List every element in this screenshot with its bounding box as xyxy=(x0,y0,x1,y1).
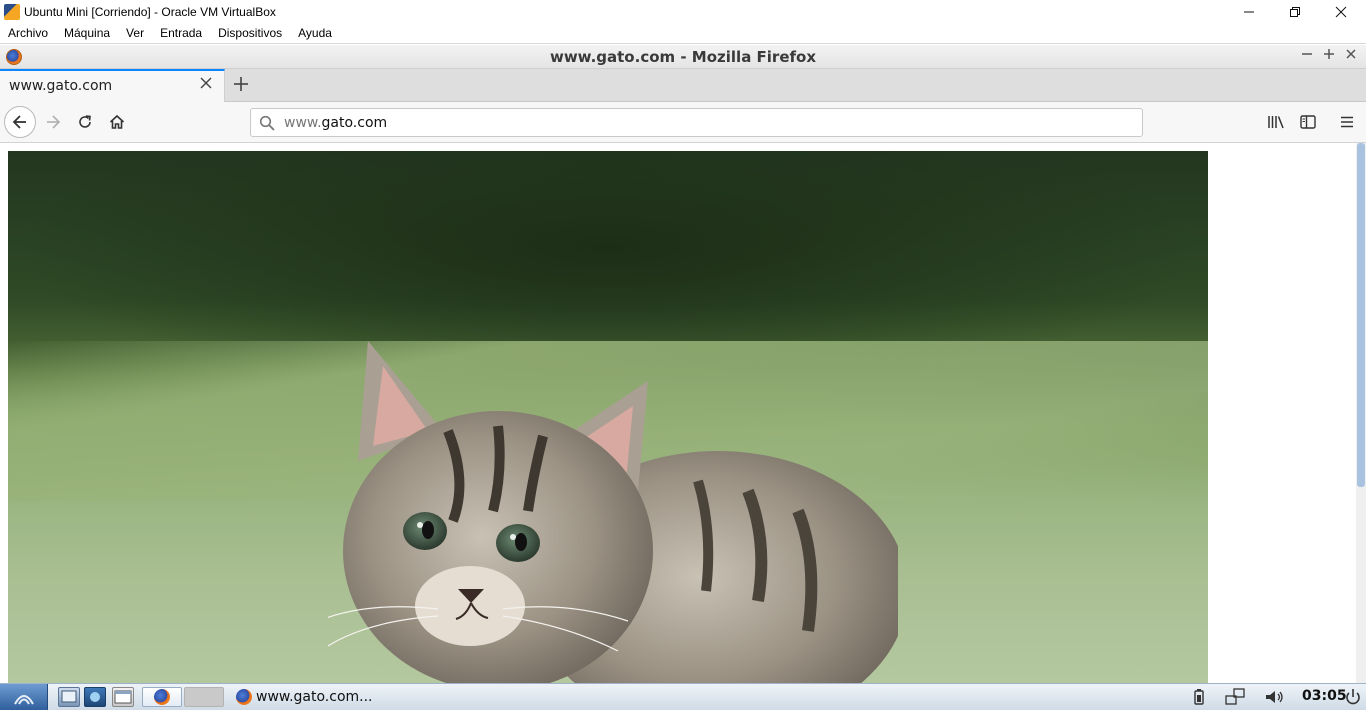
start-menu-button[interactable] xyxy=(0,684,48,710)
tab-close-button[interactable] xyxy=(198,77,214,93)
home-button[interactable] xyxy=(102,107,132,137)
desktop-icon xyxy=(61,690,77,703)
arrow-right-icon xyxy=(47,115,61,129)
menu-ver[interactable]: Ver xyxy=(118,23,152,44)
volume-icon xyxy=(1266,691,1283,703)
firefox-launcher[interactable] xyxy=(142,687,182,707)
volume-tray-button[interactable] xyxy=(1264,688,1286,706)
virtualbox-titlebar: Ubuntu Mini [Corriendo] - Oracle VM Virt… xyxy=(0,0,1366,23)
menu-ayuda[interactable]: Ayuda xyxy=(290,23,340,44)
url-prefix: www. xyxy=(284,115,322,131)
restore-icon xyxy=(1290,6,1300,17)
clock[interactable]: 03:05 xyxy=(1302,688,1347,704)
menu-archivo[interactable]: Archivo xyxy=(0,23,56,44)
home-icon xyxy=(109,114,125,129)
navigation-bar: www.gato.com xyxy=(0,102,1366,143)
library-icon xyxy=(1268,116,1284,129)
reload-button[interactable] xyxy=(70,107,100,137)
firefox-icon xyxy=(236,689,252,705)
virtualbox-menubar: Archivo Máquina Ver Entrada Dispositivos… xyxy=(0,23,1366,44)
maximize-icon xyxy=(1324,49,1334,59)
file-manager-launcher[interactable] xyxy=(84,687,106,707)
arrow-left-icon xyxy=(12,115,26,129)
firefox-close-button[interactable] xyxy=(1342,47,1360,65)
workspace-switcher[interactable] xyxy=(184,687,224,707)
battery-tray-button[interactable] xyxy=(1190,688,1208,706)
back-button[interactable] xyxy=(4,106,36,138)
firefox-titlebar: www.gato.com - Mozilla Firefox xyxy=(0,45,1366,69)
firefox-icon xyxy=(154,689,170,705)
file-manager-icon xyxy=(90,692,100,702)
minimize-icon xyxy=(1302,53,1312,55)
vertical-scrollbar[interactable] xyxy=(1356,143,1366,683)
network-icon xyxy=(1225,688,1245,705)
plus-icon xyxy=(234,77,248,91)
taskbar-task-firefox[interactable]: www.gato.com... xyxy=(236,685,373,709)
firefox-minimize-button[interactable] xyxy=(1298,47,1316,65)
url-text[interactable]: www.gato.com xyxy=(284,115,387,131)
show-desktop-launcher[interactable] xyxy=(58,687,80,707)
firefox-window-title: www.gato.com - Mozilla Firefox xyxy=(549,48,817,66)
menu-button[interactable] xyxy=(1332,107,1362,137)
tab-gato[interactable]: www.gato.com xyxy=(0,69,225,102)
new-tab-button[interactable] xyxy=(231,73,251,95)
minimize-button[interactable] xyxy=(1226,0,1272,23)
kitten-illustration xyxy=(328,341,898,683)
close-icon xyxy=(1346,49,1356,59)
sidebar-button[interactable] xyxy=(1293,107,1323,137)
tab-strip: www.gato.com xyxy=(0,69,1366,102)
window-title: Ubuntu Mini [Corriendo] - Oracle VM Virt… xyxy=(24,4,276,19)
close-icon xyxy=(200,77,212,89)
url-bar[interactable]: www.gato.com xyxy=(250,108,1143,137)
forward-button[interactable] xyxy=(38,107,68,137)
url-host: gato.com xyxy=(321,115,388,131)
window-icon xyxy=(114,690,132,704)
sidebar-icon xyxy=(1300,115,1316,129)
network-tray-button[interactable] xyxy=(1224,688,1246,706)
taskbar: www.gato.com... 03:05 xyxy=(0,683,1366,710)
kitten-photo xyxy=(8,151,1208,683)
terminal-launcher[interactable] xyxy=(112,687,134,707)
restore-button[interactable] xyxy=(1272,0,1318,23)
menu-dispositivos[interactable]: Dispositivos xyxy=(210,23,290,44)
close-button[interactable] xyxy=(1318,0,1364,23)
menu-maquina[interactable]: Máquina xyxy=(56,23,118,44)
close-icon xyxy=(1335,6,1347,17)
power-icon xyxy=(1346,689,1360,705)
scrollbar-thumb[interactable] xyxy=(1357,143,1365,487)
reload-icon xyxy=(79,115,91,128)
virtualbox-icon xyxy=(4,3,20,20)
search-icon xyxy=(259,115,275,131)
menu-entrada[interactable]: Entrada xyxy=(152,23,210,44)
firefox-maximize-button[interactable] xyxy=(1320,47,1338,65)
hamburger-menu-icon xyxy=(1341,116,1353,128)
minimize-icon xyxy=(1244,11,1254,12)
power-button[interactable] xyxy=(1344,688,1362,706)
tab-title: www.gato.com xyxy=(9,78,113,94)
taskbar-task-label: www.gato.com... xyxy=(256,689,373,705)
start-menu-icon xyxy=(13,695,34,705)
page-content xyxy=(0,143,1356,683)
battery-icon xyxy=(1194,689,1204,705)
library-button[interactable] xyxy=(1261,107,1291,137)
